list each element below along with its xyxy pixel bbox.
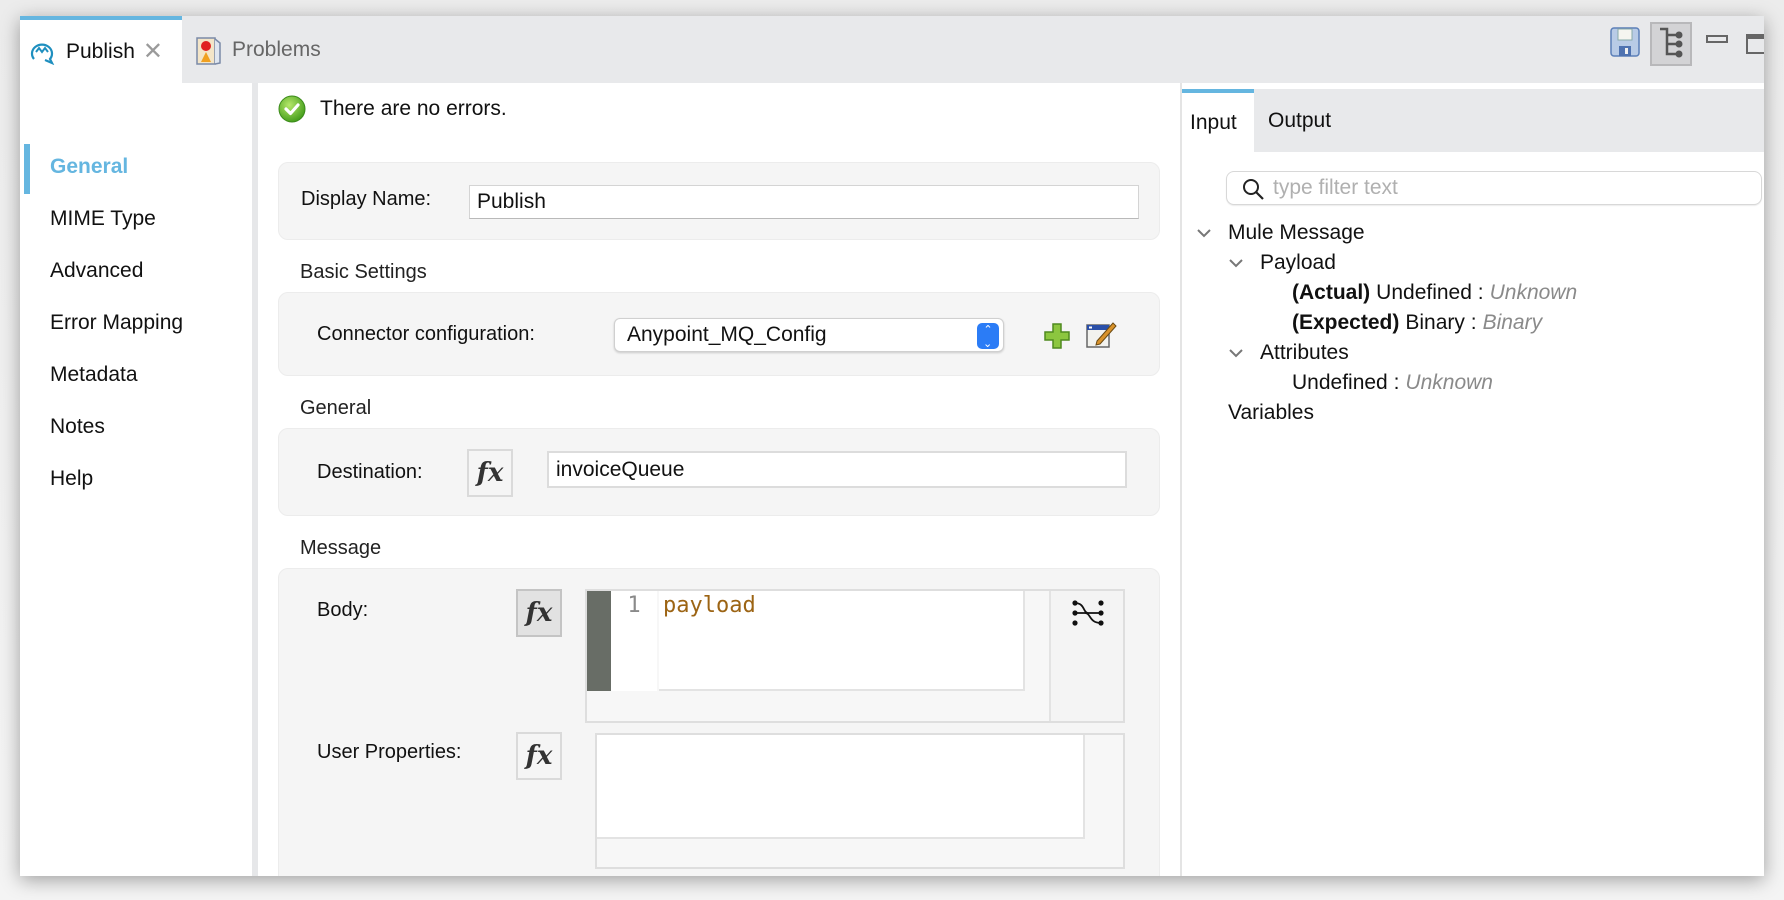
- tree-view-button[interactable]: [1650, 22, 1692, 66]
- fx-icon: fx: [525, 598, 553, 628]
- save-button[interactable]: [1604, 22, 1646, 66]
- chevron-updown-icon: ⌃ ⌃: [977, 323, 999, 349]
- user-properties-label: User Properties:: [317, 741, 462, 763]
- chevron-down-icon[interactable]: [1228, 345, 1244, 361]
- problems-icon: [196, 36, 222, 65]
- tree-item-payload[interactable]: Payload: [1228, 251, 1336, 275]
- tab-problems[interactable]: Problems: [194, 16, 321, 83]
- properties-window: Publish ✕ Problems General MIME Type Adv…: [20, 16, 1764, 876]
- display-name-card: Display Name: Publish: [278, 162, 1160, 240]
- destination-fx-toggle[interactable]: fx: [467, 449, 513, 497]
- body-expression-editor[interactable]: 1 payload: [585, 589, 1125, 723]
- display-name-input[interactable]: Publish: [469, 185, 1139, 219]
- tree-label: Undefined :: [1376, 281, 1484, 304]
- editor-tab-bar: Publish ✕ Problems: [20, 16, 1764, 83]
- tree-prefix: (Expected): [1292, 311, 1400, 334]
- tree-item-variables[interactable]: Variables: [1228, 401, 1314, 425]
- sidebar-item-help[interactable]: Help: [50, 467, 93, 491]
- general-heading: General: [300, 397, 372, 419]
- user-properties-editor[interactable]: [595, 733, 1125, 869]
- mule-publish-icon: [30, 39, 56, 65]
- body-label: Body:: [317, 599, 369, 621]
- tree-item-mule-message[interactable]: Mule Message: [1196, 221, 1365, 245]
- tree-label: Mule Message: [1228, 221, 1365, 244]
- sidebar-item-advanced[interactable]: Advanced: [50, 259, 143, 283]
- validation-status: There are no errors.: [278, 95, 507, 123]
- user-properties-fx-toggle[interactable]: fx: [516, 732, 562, 780]
- edit-configuration-button[interactable]: [1085, 319, 1117, 349]
- user-properties-text-area[interactable]: [597, 735, 1085, 839]
- add-configuration-button[interactable]: [1042, 321, 1072, 351]
- tree-prefix: (Actual): [1292, 281, 1371, 304]
- connector-configuration-label: Connector configuration:: [317, 323, 535, 345]
- tree-type: Binary: [1482, 311, 1543, 334]
- sidebar-item-general[interactable]: General: [50, 155, 128, 179]
- tree-item-attributes[interactable]: Attributes: [1228, 341, 1349, 365]
- tree-view-icon: [1657, 26, 1685, 63]
- display-name-label: Display Name:: [301, 188, 432, 210]
- close-icon[interactable]: ✕: [143, 37, 163, 66]
- save-icon: [1610, 26, 1640, 62]
- connector-configuration-select[interactable]: Anypoint_MQ_Config ⌃ ⌃: [614, 318, 1004, 352]
- connector-card: Connector configuration: Anypoint_MQ_Con…: [278, 292, 1160, 376]
- tree-label: Payload: [1260, 251, 1336, 274]
- basic-settings-heading: Basic Settings: [300, 261, 427, 283]
- search-icon: [1241, 177, 1265, 201]
- data-mapping-icon[interactable]: [1071, 597, 1105, 636]
- maximize-icon[interactable]: [1746, 34, 1764, 54]
- tab-input[interactable]: Input: [1182, 89, 1254, 152]
- status-text: There are no errors.: [320, 97, 507, 120]
- body-fx-toggle[interactable]: fx: [516, 589, 562, 637]
- metadata-panel: Input Output type filter text Mule Messa…: [1180, 83, 1764, 876]
- sidebar-item-error-mapping[interactable]: Error Mapping: [50, 311, 183, 335]
- view-toolbar: [1604, 22, 1764, 66]
- message-heading: Message: [300, 537, 382, 559]
- sidebar-item-metadata[interactable]: Metadata: [50, 363, 138, 387]
- plus-icon: [1042, 323, 1072, 355]
- tree-label: Undefined :: [1292, 371, 1400, 394]
- tab-label: Problems: [232, 37, 321, 61]
- editor-sidebar: [1049, 591, 1123, 721]
- edit-icon: [1085, 322, 1117, 355]
- minimize-icon[interactable]: [1706, 35, 1728, 43]
- line-number: 1: [611, 591, 657, 691]
- destination-card: Destination: fx invoiceQueue: [278, 428, 1160, 516]
- metadata-tabs: Input Output: [1182, 89, 1764, 152]
- tree-type: Unknown: [1405, 371, 1493, 394]
- chevron-down-icon[interactable]: [1228, 255, 1244, 271]
- destination-input[interactable]: invoiceQueue: [547, 451, 1127, 488]
- tab-output[interactable]: Output: [1268, 89, 1331, 152]
- tree-label: Variables: [1228, 401, 1314, 424]
- tab-publish[interactable]: Publish ✕: [20, 16, 182, 83]
- tab-label: Publish: [66, 39, 135, 63]
- fx-icon: fx: [476, 458, 504, 488]
- tree-item-attributes-undefined[interactable]: Undefined : Unknown: [1292, 371, 1493, 395]
- filter-placeholder: type filter text: [1273, 176, 1398, 199]
- sidebar-item-notes[interactable]: Notes: [50, 415, 105, 439]
- property-sections-nav: General MIME Type Advanced Error Mapping…: [20, 83, 258, 876]
- tree-label: Binary :: [1405, 311, 1477, 334]
- general-form: There are no errors. Display Name: Publi…: [258, 83, 1200, 876]
- tree-item-payload-expected[interactable]: (Expected) Binary : Binary: [1292, 311, 1542, 335]
- chevron-down-icon[interactable]: [1196, 225, 1212, 241]
- tree-item-payload-actual[interactable]: (Actual) Undefined : Unknown: [1292, 281, 1577, 305]
- code-text[interactable]: payload: [659, 591, 1025, 691]
- tree-label: Attributes: [1260, 341, 1349, 364]
- message-card: Body: fx 1 payload User Properties: fx: [278, 568, 1160, 876]
- connector-configuration-value: Anypoint_MQ_Config: [627, 323, 827, 346]
- tree-type: Unknown: [1489, 281, 1578, 304]
- filter-input[interactable]: type filter text: [1226, 171, 1762, 205]
- fx-icon: fx: [525, 741, 553, 771]
- editor-gutter-marker: [587, 591, 611, 691]
- active-section-indicator: [24, 144, 30, 194]
- check-circle-icon: [278, 95, 306, 123]
- sidebar-item-mime-type[interactable]: MIME Type: [50, 207, 156, 231]
- destination-label: Destination:: [317, 461, 423, 483]
